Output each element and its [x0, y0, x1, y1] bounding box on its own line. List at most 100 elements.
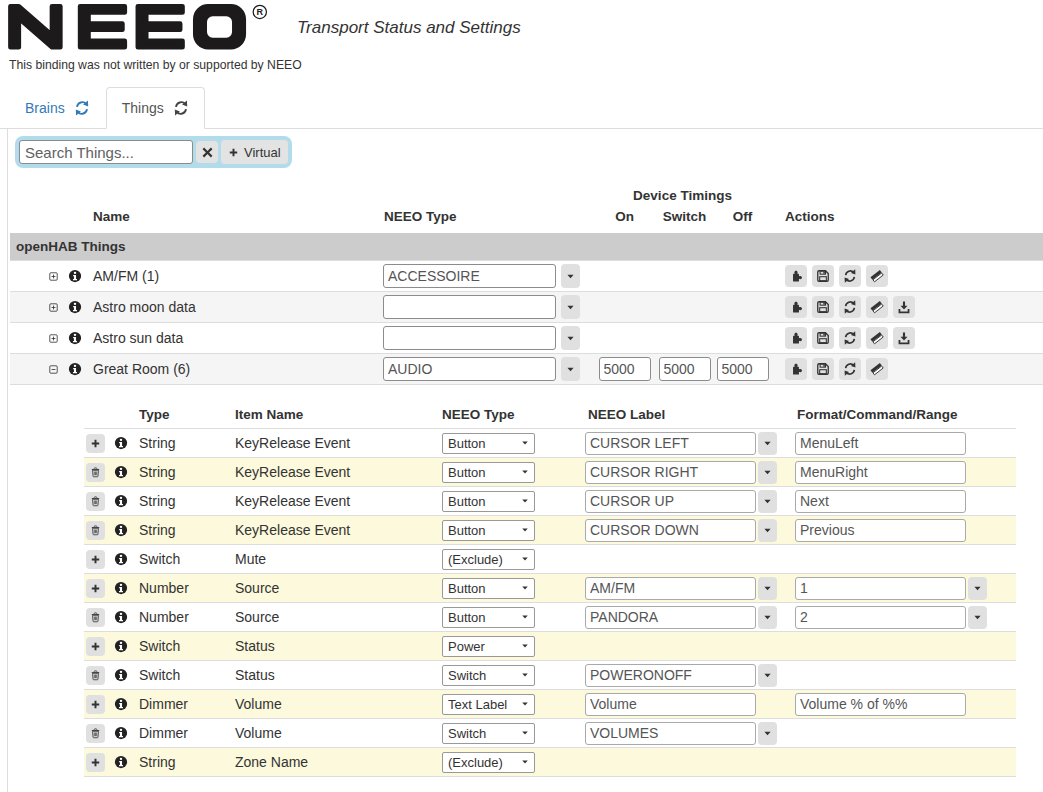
neeo-type-dropdown-button[interactable] — [561, 295, 580, 319]
info-icon[interactable] — [114, 552, 128, 566]
action-export-button[interactable] — [893, 327, 915, 349]
neeo-label-dropdown-button[interactable] — [758, 577, 777, 600]
tab-things[interactable]: Things — [106, 87, 205, 129]
info-icon[interactable] — [114, 581, 128, 595]
neeo-label-dropdown-button[interactable] — [758, 432, 777, 455]
format-input[interactable] — [795, 519, 966, 542]
delete-channel-button[interactable] — [86, 463, 105, 482]
info-icon[interactable] — [114, 436, 128, 450]
neeo-label-input[interactable] — [585, 664, 756, 687]
search-input[interactable] — [19, 140, 193, 164]
clear-search-button[interactable] — [196, 141, 218, 163]
neeo-label-dropdown-button[interactable] — [758, 664, 777, 687]
channel-neeo-type-select[interactable]: Button — [442, 491, 535, 512]
delete-channel-button[interactable] — [86, 492, 105, 511]
info-icon[interactable] — [68, 269, 82, 283]
action-refresh-button[interactable] — [839, 358, 861, 380]
add-channel-button[interactable] — [86, 637, 105, 656]
neeo-label-dropdown-button[interactable] — [758, 606, 777, 629]
format-input[interactable] — [795, 606, 966, 629]
action-refresh-button[interactable] — [839, 265, 861, 287]
delete-channel-button[interactable] — [86, 666, 105, 685]
neeo-type-dropdown-button[interactable] — [561, 326, 580, 350]
info-icon[interactable] — [114, 465, 128, 479]
format-input[interactable] — [795, 693, 966, 716]
format-input[interactable] — [795, 432, 966, 455]
neeo-label-dropdown-button[interactable] — [758, 461, 777, 484]
add-channel-button[interactable] — [86, 695, 105, 714]
neeo-type-input[interactable] — [383, 295, 556, 319]
channel-neeo-type-select[interactable]: Button — [442, 607, 535, 628]
neeo-label-dropdown-button[interactable] — [758, 490, 777, 513]
action-save-button[interactable] — [812, 327, 834, 349]
expand-icon[interactable] — [48, 302, 59, 313]
neeo-type-input[interactable] — [383, 326, 556, 350]
neeo-label-input[interactable] — [585, 519, 756, 542]
delete-channel-button[interactable] — [86, 521, 105, 540]
channel-neeo-type-select[interactable]: Power — [442, 636, 535, 657]
channel-neeo-type-select[interactable]: Text Label — [442, 694, 535, 715]
neeo-type-dropdown-button[interactable] — [561, 357, 580, 381]
info-icon[interactable] — [114, 523, 128, 537]
collapse-icon[interactable] — [48, 364, 59, 375]
info-icon[interactable] — [114, 697, 128, 711]
format-dropdown-button[interactable] — [968, 606, 987, 629]
info-icon[interactable] — [114, 639, 128, 653]
action-erase-button[interactable] — [866, 327, 888, 349]
action-refresh-button[interactable] — [839, 327, 861, 349]
channel-neeo-type-select[interactable]: Button — [442, 462, 535, 483]
action-save-button[interactable] — [812, 358, 834, 380]
action-channels-button[interactable] — [785, 327, 807, 349]
channel-neeo-type-select[interactable]: Button — [442, 433, 535, 454]
expand-icon[interactable] — [48, 333, 59, 344]
add-virtual-button[interactable]: Virtual — [221, 140, 288, 164]
info-icon[interactable] — [68, 300, 82, 314]
delete-channel-button[interactable] — [86, 608, 105, 627]
neeo-label-input[interactable] — [585, 577, 756, 600]
channel-neeo-type-select[interactable]: Button — [442, 578, 535, 599]
add-channel-button[interactable] — [86, 434, 105, 453]
expand-icon[interactable] — [48, 271, 59, 282]
neeo-type-dropdown-button[interactable] — [561, 264, 580, 288]
info-icon[interactable] — [68, 331, 82, 345]
info-icon[interactable] — [114, 726, 128, 740]
action-erase-button[interactable] — [866, 265, 888, 287]
add-channel-button[interactable] — [86, 550, 105, 569]
neeo-label-input[interactable] — [585, 722, 756, 745]
channel-neeo-type-select[interactable]: Button — [442, 520, 535, 541]
info-icon[interactable] — [114, 610, 128, 624]
tab-brains[interactable]: Brains — [9, 87, 106, 129]
delete-channel-button[interactable] — [86, 724, 105, 743]
add-channel-button[interactable] — [86, 579, 105, 598]
neeo-type-input[interactable] — [383, 357, 556, 381]
timing-off-input[interactable] — [717, 357, 769, 381]
neeo-label-input[interactable] — [585, 490, 756, 513]
add-channel-button[interactable] — [86, 753, 105, 772]
channel-neeo-type-select[interactable]: Switch — [442, 723, 535, 744]
format-dropdown-button[interactable] — [968, 577, 987, 600]
format-input[interactable] — [795, 490, 966, 513]
action-erase-button[interactable] — [866, 296, 888, 318]
channel-neeo-type-select[interactable]: Switch — [442, 665, 535, 686]
neeo-label-dropdown-button[interactable] — [758, 722, 777, 745]
neeo-label-input[interactable] — [585, 693, 756, 716]
action-save-button[interactable] — [812, 296, 834, 318]
neeo-label-input[interactable] — [585, 461, 756, 484]
neeo-label-input[interactable] — [585, 606, 756, 629]
channel-neeo-type-select[interactable]: (Exclude) — [442, 549, 535, 570]
info-icon[interactable] — [114, 755, 128, 769]
action-erase-button[interactable] — [866, 358, 888, 380]
action-save-button[interactable] — [812, 265, 834, 287]
action-export-button[interactable] — [893, 296, 915, 318]
neeo-type-input[interactable] — [383, 264, 556, 288]
neeo-label-dropdown-button[interactable] — [758, 519, 777, 542]
format-input[interactable] — [795, 461, 966, 484]
timing-on-input[interactable] — [599, 357, 651, 381]
channel-neeo-type-select[interactable]: (Exclude) — [442, 752, 535, 773]
info-icon[interactable] — [114, 494, 128, 508]
action-channels-button[interactable] — [785, 358, 807, 380]
action-channels-button[interactable] — [785, 265, 807, 287]
action-channels-button[interactable] — [785, 296, 807, 318]
format-input[interactable] — [795, 577, 966, 600]
info-icon[interactable] — [68, 362, 82, 376]
